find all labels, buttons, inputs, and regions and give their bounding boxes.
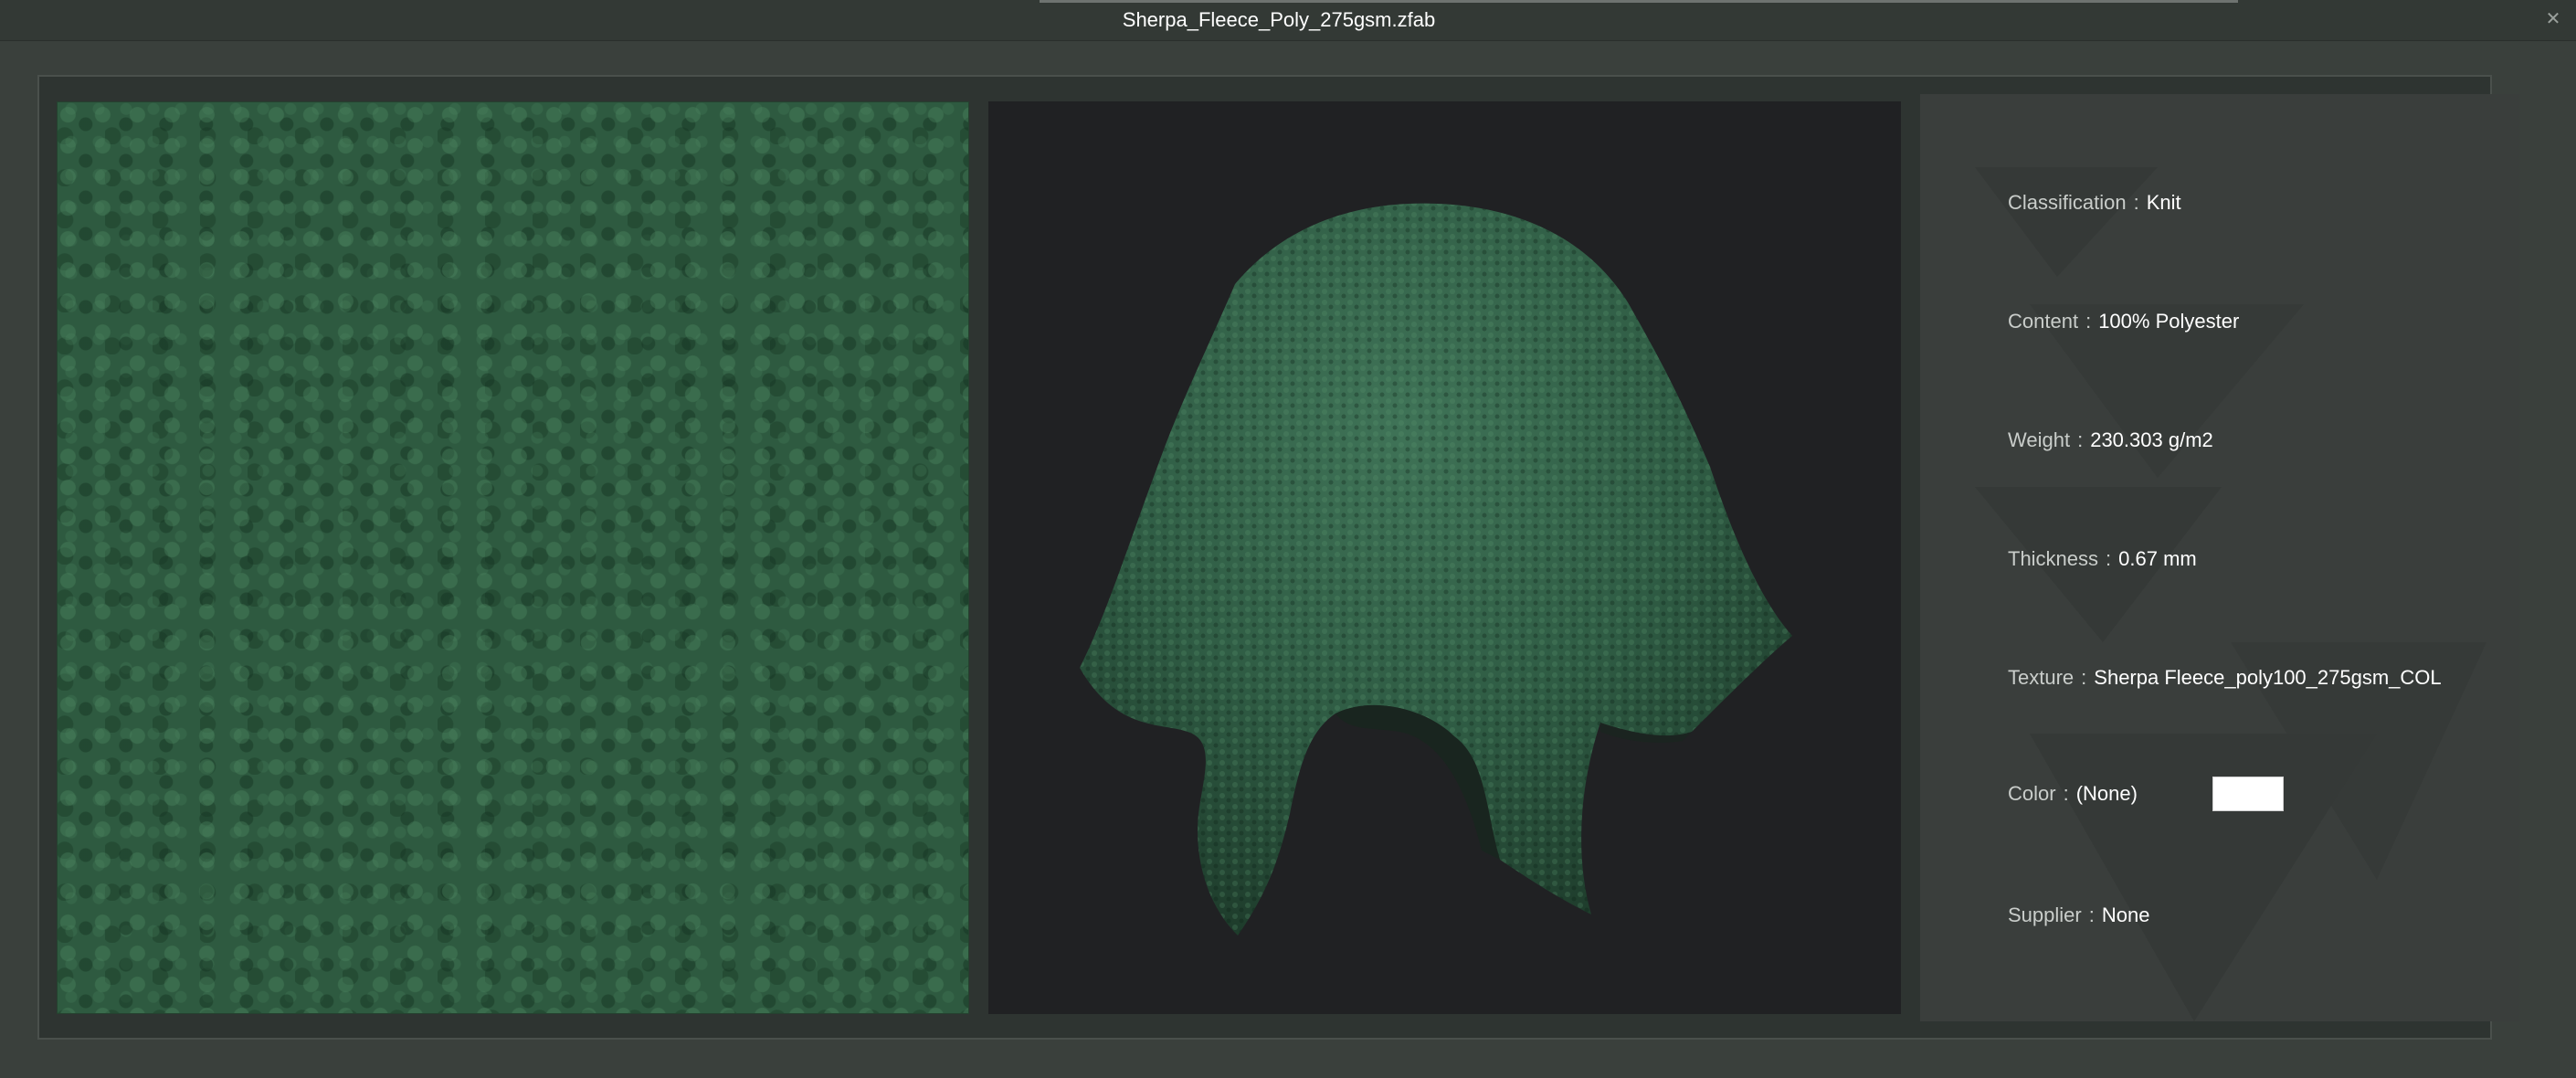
- property-label: Classification: [2008, 191, 2127, 214]
- property-value: 100% Polyester: [2098, 310, 2240, 333]
- drape-preview: [988, 101, 1901, 1014]
- draped-fabric-render: [1080, 203, 1792, 935]
- property-classification: Classification : Knit: [2008, 191, 2181, 215]
- property-separator: :: [2106, 547, 2112, 570]
- close-icon[interactable]: ✕: [2543, 9, 2563, 29]
- property-label: Thickness: [2008, 547, 2099, 570]
- property-label: Texture: [2008, 666, 2075, 689]
- property-label: Supplier: [2008, 904, 2082, 926]
- property-separator: :: [2081, 666, 2087, 689]
- fabric-viewer-window: Sherpa_Fleece_Poly_275gsm.zfab ✕ Classif…: [0, 0, 2576, 1078]
- fabric-properties-panel: Classification : Knit Content : 100% Pol…: [1920, 94, 2519, 1021]
- property-value: None: [2101, 904, 2150, 926]
- property-color: Color : (None): [2008, 777, 2284, 811]
- property-weight: Weight : 230.303 g/m2: [2008, 428, 2213, 452]
- property-value: (None): [2075, 782, 2138, 805]
- property-supplier: Supplier : None: [2008, 904, 2149, 927]
- property-texture: Texture : Sherpa Fleece_poly100_275gsm_C…: [2008, 666, 2442, 690]
- property-content: Content : 100% Polyester: [2008, 310, 2239, 333]
- window-title: Sherpa_Fleece_Poly_275gsm.zfab: [1122, 8, 1436, 31]
- property-value: Knit: [2146, 191, 2181, 214]
- property-label: Weight: [2008, 428, 2071, 451]
- property-value: Sherpa Fleece_poly100_275gsm_COL: [2094, 666, 2442, 689]
- property-separator: :: [2077, 428, 2084, 451]
- title-bar: Sherpa_Fleece_Poly_275gsm.zfab ✕: [0, 0, 2576, 41]
- property-separator: :: [2063, 782, 2069, 805]
- property-separator: :: [2088, 904, 2095, 926]
- property-label: Content: [2008, 310, 2079, 333]
- property-value: 0.67 mm: [2118, 547, 2197, 570]
- property-value: 230.303 g/m2: [2090, 428, 2213, 451]
- property-thickness: Thickness : 0.67 mm: [2008, 547, 2197, 571]
- property-separator: :: [2085, 310, 2092, 333]
- property-label: Color: [2008, 782, 2056, 805]
- property-separator: :: [2133, 191, 2139, 214]
- fabric-swatch-image: [57, 101, 969, 1014]
- color-chip[interactable]: [2212, 777, 2284, 811]
